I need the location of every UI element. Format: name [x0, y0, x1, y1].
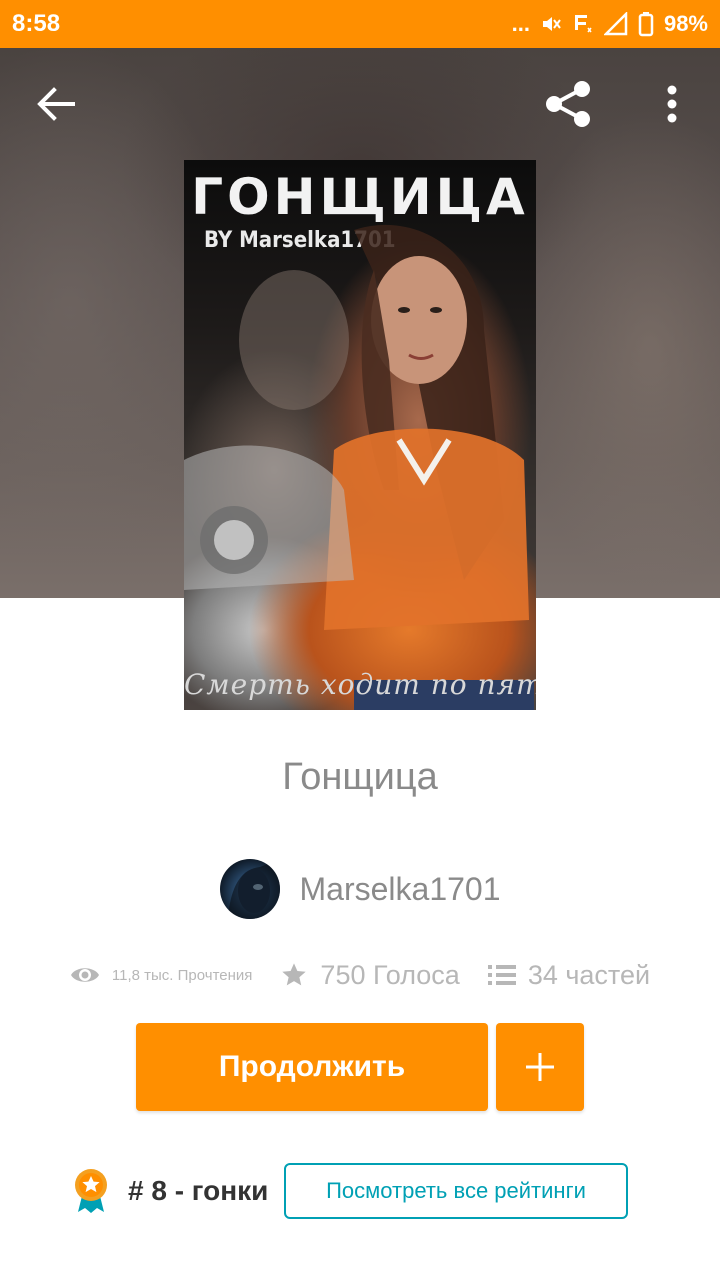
author-avatar[interactable] — [219, 859, 280, 919]
more-options-button[interactable] — [650, 76, 694, 132]
status-time: 8:58 — [12, 10, 61, 37]
rank-text: # 8 - гонки — [128, 1175, 269, 1206]
list-icon — [487, 965, 516, 985]
cover-artwork — [184, 224, 534, 710]
eye-icon — [70, 968, 99, 982]
plus-icon — [526, 1053, 554, 1081]
back-button[interactable] — [26, 78, 86, 130]
star-icon — [282, 963, 307, 986]
status-icons: ... 98% — [512, 8, 708, 40]
parts-stat: 34 частей — [487, 959, 651, 991]
status-bar: 8:58 ... 98% — [0, 0, 720, 48]
add-to-library-button[interactable] — [496, 1023, 584, 1111]
notification-dots: ... — [511, 11, 530, 36]
arrow-left-icon — [37, 87, 75, 121]
mute-icon — [540, 13, 562, 35]
continue-reading-button[interactable]: Продолжить — [136, 1023, 488, 1111]
reads-count: 11,8 тыс. Прочтения — [111, 966, 253, 984]
cover-tagline: Смерть ходит по пятам — [184, 668, 536, 701]
author-name[interactable]: Marselka1701 — [300, 871, 501, 908]
reads-stat: 11,8 тыс. Прочтения — [70, 964, 253, 986]
story-title: Гонщица — [282, 756, 438, 798]
story-stats: 11,8 тыс. Прочтения 750 Голоса 34 частей — [0, 948, 720, 1002]
book-cover[interactable]: ГОНЩИЦА BY Marselka1701 Смерть ходит по … — [184, 160, 536, 710]
parts-count: 34 частей — [527, 959, 651, 990]
cell-signal-icon — [603, 12, 628, 36]
award-badge-icon — [75, 1169, 107, 1213]
battery-percent: 98% — [663, 11, 708, 36]
view-all-rankings-button[interactable]: Посмотреть все рейтинги — [284, 1163, 628, 1219]
votes-count: 750 Голоса — [320, 959, 460, 990]
ranking-row: # 8 - гонки — [72, 1162, 268, 1220]
author-row[interactable]: Marselka1701 — [0, 858, 720, 920]
votes-stat: 750 Голоса — [280, 959, 460, 991]
more-vert-icon — [667, 85, 677, 123]
share-icon — [546, 81, 590, 127]
signal-e-icon — [572, 12, 594, 36]
share-button[interactable] — [538, 76, 598, 132]
battery-icon — [638, 11, 654, 37]
